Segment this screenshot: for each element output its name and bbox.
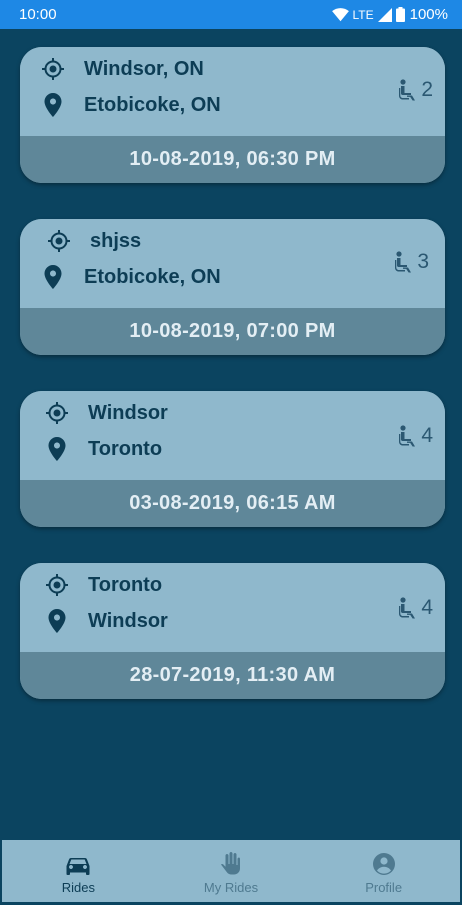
ride-datetime: 10-08-2019, 07:00 PM xyxy=(129,320,336,342)
status-time: 10:00 xyxy=(19,6,57,23)
seat-icon xyxy=(398,425,418,447)
ride-list: Windsor, ON Etobicoke, ON 2 10-08-2019, … xyxy=(20,47,445,735)
seat-icon xyxy=(398,597,418,619)
ride-card-route: Windsor Toronto 4 xyxy=(20,391,445,480)
nav-item-rides[interactable]: Rides xyxy=(2,840,154,895)
ride-datetime: 10-08-2019, 06:30 PM xyxy=(129,148,336,170)
nav-label-profile: Profile xyxy=(365,880,403,895)
seats-available: 4 xyxy=(398,424,433,448)
my-location-icon xyxy=(44,572,70,598)
origin-label: shjss xyxy=(90,229,142,252)
origin-row: Toronto xyxy=(44,572,162,598)
destination-label: Etobicoke, ON xyxy=(84,265,221,288)
ride-card-route: Windsor, ON Etobicoke, ON 2 xyxy=(20,47,445,136)
destination-row: Etobicoke, ON xyxy=(40,92,221,118)
origin-row: Windsor, ON xyxy=(40,56,204,82)
ride-datetime: 03-08-2019, 06:15 AM xyxy=(129,492,336,514)
ride-card[interactable]: Windsor, ON Etobicoke, ON 2 10-08-2019, … xyxy=(20,47,445,183)
my-location-icon xyxy=(46,228,72,254)
ride-card[interactable]: Toronto Windsor 4 28-07-2019, 11:30 AM xyxy=(20,563,445,699)
seat-count: 3 xyxy=(417,250,429,273)
account-circle-icon xyxy=(372,851,396,877)
status-bar: 10:00 LTE 100% xyxy=(0,0,462,29)
ride-card-datetime: 10-08-2019, 06:30 PM xyxy=(20,136,445,183)
location-pin-icon xyxy=(44,608,70,634)
ride-card[interactable]: shjss Etobicoke, ON 3 10-08-2019, 07:00 … xyxy=(20,219,445,355)
signal-icon xyxy=(377,7,392,22)
destination-row: Toronto xyxy=(44,436,162,462)
origin-row: Windsor xyxy=(44,400,168,426)
bottom-navigation: Rides My Rides Profile xyxy=(2,840,460,902)
location-pin-icon xyxy=(40,92,66,118)
seats-available: 2 xyxy=(398,78,433,102)
seats-available: 4 xyxy=(398,596,433,620)
ride-card-route: shjss Etobicoke, ON 3 xyxy=(20,219,445,308)
nav-label-rides: Rides xyxy=(61,880,95,895)
my-location-icon xyxy=(40,56,66,82)
origin-label: Windsor, ON xyxy=(84,57,204,80)
battery-level: 100% xyxy=(409,6,448,23)
destination-label: Toronto xyxy=(88,437,163,460)
seat-icon xyxy=(398,79,418,101)
ride-card[interactable]: Windsor Toronto 4 03-08-2019, 06:15 AM xyxy=(20,391,445,527)
origin-label: Toronto xyxy=(88,573,163,596)
ride-card-route: Toronto Windsor 4 xyxy=(20,563,445,652)
ride-datetime: 28-07-2019, 11:30 AM xyxy=(129,664,336,686)
destination-row: Etobicoke, ON xyxy=(40,264,221,290)
ride-card-datetime: 10-08-2019, 07:00 PM xyxy=(20,308,445,355)
seat-count: 4 xyxy=(421,596,433,619)
nav-item-profile[interactable]: Profile xyxy=(308,840,460,895)
destination-label: Etobicoke, ON xyxy=(84,93,221,116)
rides-screen: Windsor, ON Etobicoke, ON 2 10-08-2019, … xyxy=(2,29,460,839)
wifi-icon xyxy=(331,7,349,22)
seat-icon xyxy=(394,251,414,273)
location-pin-icon xyxy=(44,436,70,462)
my-location-icon xyxy=(44,400,70,426)
ride-card-datetime: 28-07-2019, 11:30 AM xyxy=(20,652,445,699)
hand-icon xyxy=(220,851,241,877)
ride-card-datetime: 03-08-2019, 06:15 AM xyxy=(20,480,445,527)
seats-available: 3 xyxy=(394,250,429,274)
destination-row: Windsor xyxy=(44,608,168,634)
network-type: LTE xyxy=(352,7,374,22)
origin-row: shjss xyxy=(46,228,141,254)
battery-icon xyxy=(395,7,405,22)
destination-label: Windsor xyxy=(88,609,168,632)
nav-label-my-rides: My Rides xyxy=(203,880,259,895)
car-icon xyxy=(66,851,90,877)
nav-item-my-rides[interactable]: My Rides xyxy=(155,840,307,895)
seat-count: 4 xyxy=(421,424,433,447)
status-icons: LTE 100% xyxy=(331,6,448,23)
seat-count: 2 xyxy=(421,78,433,101)
location-pin-icon xyxy=(40,264,66,290)
origin-label: Windsor xyxy=(88,401,168,424)
